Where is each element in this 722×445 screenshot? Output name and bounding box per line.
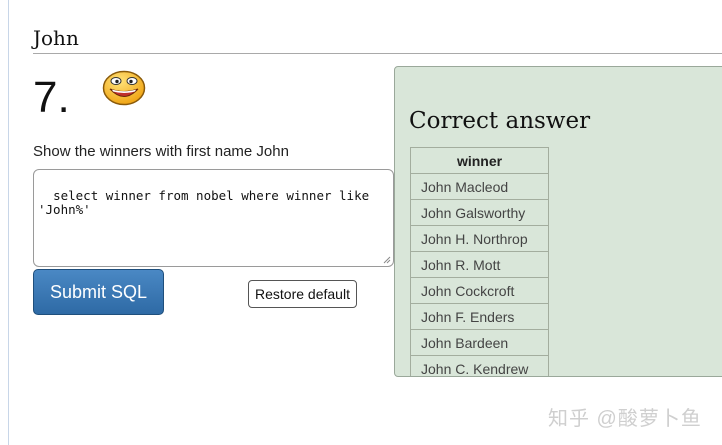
table-cell: John Bardeen xyxy=(410,329,549,356)
section-divider xyxy=(33,53,722,54)
table-row: John C. Kendrew xyxy=(410,355,549,376)
resize-handle-icon[interactable] xyxy=(383,256,391,264)
table-cell: John C. Kendrew xyxy=(410,355,549,376)
table-row: John R. Mott xyxy=(410,251,549,278)
table-row: John H. Northrop xyxy=(410,225,549,252)
table-row: John Cockcroft xyxy=(410,277,549,304)
answer-title: Correct answer xyxy=(409,108,591,134)
question-number: 7. xyxy=(33,73,70,122)
watermark-text: 知乎 @酸萝卜鱼 xyxy=(548,408,702,430)
table-row: John Bardeen xyxy=(410,329,549,356)
correct-answer-panel: Correct answer winner John Macleod John … xyxy=(394,66,722,377)
table-row: John Macleod xyxy=(410,173,549,200)
table-cell: John H. Northrop xyxy=(410,225,549,252)
table-cell: John R. Mott xyxy=(410,251,549,278)
question-prompt: Show the winners with first name John xyxy=(33,143,289,160)
section-title: John xyxy=(33,26,79,50)
restore-default-button[interactable]: Restore default xyxy=(248,280,357,308)
submit-sql-button[interactable]: Submit SQL xyxy=(33,269,164,315)
table-row: John F. Enders xyxy=(410,303,549,330)
table-cell: John Macleod xyxy=(410,173,549,200)
table-cell: John Cockcroft xyxy=(410,277,549,304)
column-header-winner: winner xyxy=(410,147,549,174)
table-header-row: winner xyxy=(410,147,549,174)
table-cell: John F. Enders xyxy=(410,303,549,330)
answer-table: winner John Macleod John Galsworthy John… xyxy=(410,147,549,376)
page-left-border xyxy=(8,0,9,445)
sql-editor-text: select winner from nobel where winner li… xyxy=(38,188,377,217)
table-row: John Galsworthy xyxy=(410,199,549,226)
table-cell: John Galsworthy xyxy=(410,199,549,226)
smiling-face-icon xyxy=(102,70,146,106)
sql-editor[interactable]: select winner from nobel where winner li… xyxy=(33,169,394,267)
